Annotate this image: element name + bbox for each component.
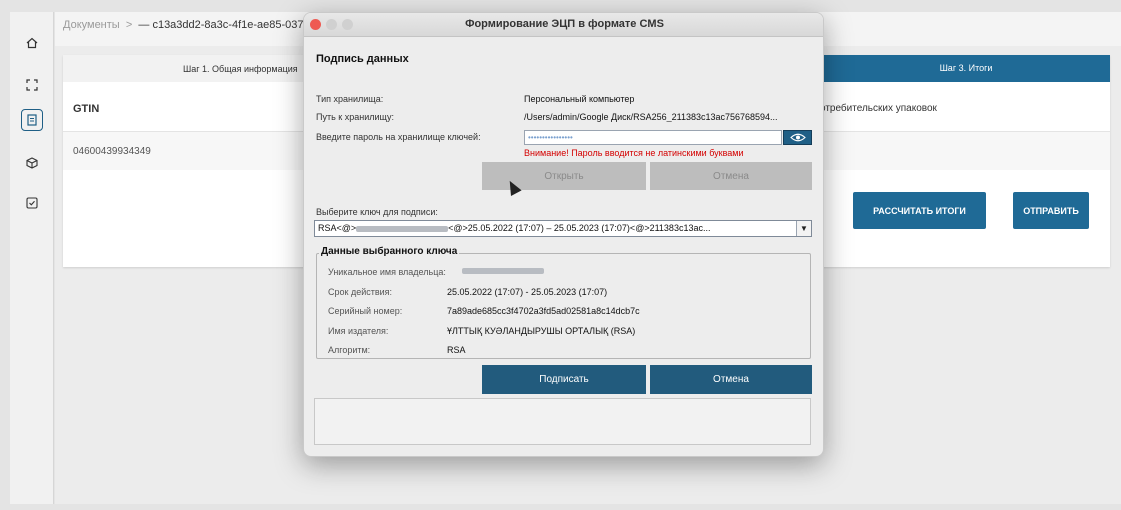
sidebar xyxy=(10,12,54,504)
cms-signature-dialog: Формирование ЭЦП в формате CMS Подпись д… xyxy=(303,12,824,457)
breadcrumb: Документы > — c13a3dd2-8a3c-4f1e-ae85-03… xyxy=(63,19,322,31)
gtin-header: GTIN xyxy=(73,103,100,115)
checklist-icon[interactable] xyxy=(21,192,43,214)
key-select[interactable]: RSA<@> <@>25.05.2022 (17:07) – 25.05.2023… xyxy=(314,220,812,237)
calculate-totals-button[interactable]: РАССЧИТАТЬ ИТОГИ xyxy=(853,192,986,229)
breadcrumb-root[interactable]: Документы xyxy=(63,19,120,31)
storage-path-label: Путь к хранилищу: xyxy=(316,112,395,122)
serial-label: Серийный номер: xyxy=(328,306,403,316)
key-select-label: Выберите ключ для подписи: xyxy=(316,207,438,217)
dropdown-arrow-icon[interactable]: ▼ xyxy=(796,221,811,236)
storage-type-value: Персональный компьютер xyxy=(524,94,635,104)
home-icon[interactable] xyxy=(21,32,43,54)
document-icon[interactable] xyxy=(21,109,43,131)
storage-path-value: /Users/admin/Google Диск/RSA256_211383c1… xyxy=(524,112,778,122)
serial-value: 7a89ade685cc3f4702a3fd5ad02581a8c14dcb7c xyxy=(447,306,640,316)
algorithm-value: RSA xyxy=(447,345,466,355)
sign-button[interactable]: Подписать xyxy=(482,365,646,394)
section-title: Подпись данных xyxy=(316,53,409,65)
cancel-open-button[interactable]: Отмена xyxy=(650,162,812,190)
show-password-button[interactable] xyxy=(783,130,812,145)
key-select-prefix: RSA<@> xyxy=(318,223,357,233)
owner-label: Уникальное имя владельца: xyxy=(328,267,446,277)
gtin-value: 04600439934349 xyxy=(73,146,151,157)
password-label: Введите пароль на хранилище ключей: xyxy=(316,132,481,142)
blurred-owner-value xyxy=(462,268,544,274)
selected-key-group-title: Данные выбранного ключа xyxy=(319,246,460,257)
validity-label: Срок действия: xyxy=(328,287,393,297)
breadcrumb-current: — c13a3dd2-8a3c-4f1e-ae85-0373e3 xyxy=(138,19,322,31)
issuer-label: Имя издателя: xyxy=(328,326,389,336)
algorithm-label: Алгоритм: xyxy=(328,345,371,355)
password-warning: Внимание! Пароль вводится не латинскими … xyxy=(524,148,744,158)
storage-type-label: Тип хранилища: xyxy=(316,94,384,104)
packages-header: отребительских упаковок xyxy=(820,103,937,114)
eye-icon xyxy=(789,133,806,142)
step-3-tab[interactable]: Шаг 3. Итоги xyxy=(822,55,1110,82)
box-icon[interactable] xyxy=(21,152,43,174)
password-input[interactable]: •••••••••••••••• xyxy=(524,130,782,145)
breadcrumb-separator: > xyxy=(125,19,133,31)
send-button[interactable]: ОТПРАВИТЬ xyxy=(1013,192,1089,229)
dialog-title: Формирование ЭЦП в формате CMS xyxy=(465,18,664,30)
step-1-tab[interactable]: Шаг 1. Общая информация xyxy=(183,64,298,74)
status-output-area xyxy=(314,398,811,445)
dialog-titlebar: Формирование ЭЦП в формате CMS xyxy=(304,13,823,37)
issuer-value: ҰЛТТЫҚ КУӘЛАНДЫРУШЫ ОРТАЛЫҚ (RSA) xyxy=(447,326,636,336)
crop-icon[interactable] xyxy=(21,74,43,96)
blurred-owner-name xyxy=(356,225,449,232)
key-select-value: <@>25.05.2022 (17:07) – 25.05.2023 (17:0… xyxy=(448,223,711,233)
validity-value: 25.05.2022 (17:07) - 25.05.2023 (17:07) xyxy=(447,287,608,297)
app-window: Документы > — c13a3dd2-8a3c-4f1e-ae85-03… xyxy=(0,0,1121,510)
cancel-button[interactable]: Отмена xyxy=(650,365,812,394)
